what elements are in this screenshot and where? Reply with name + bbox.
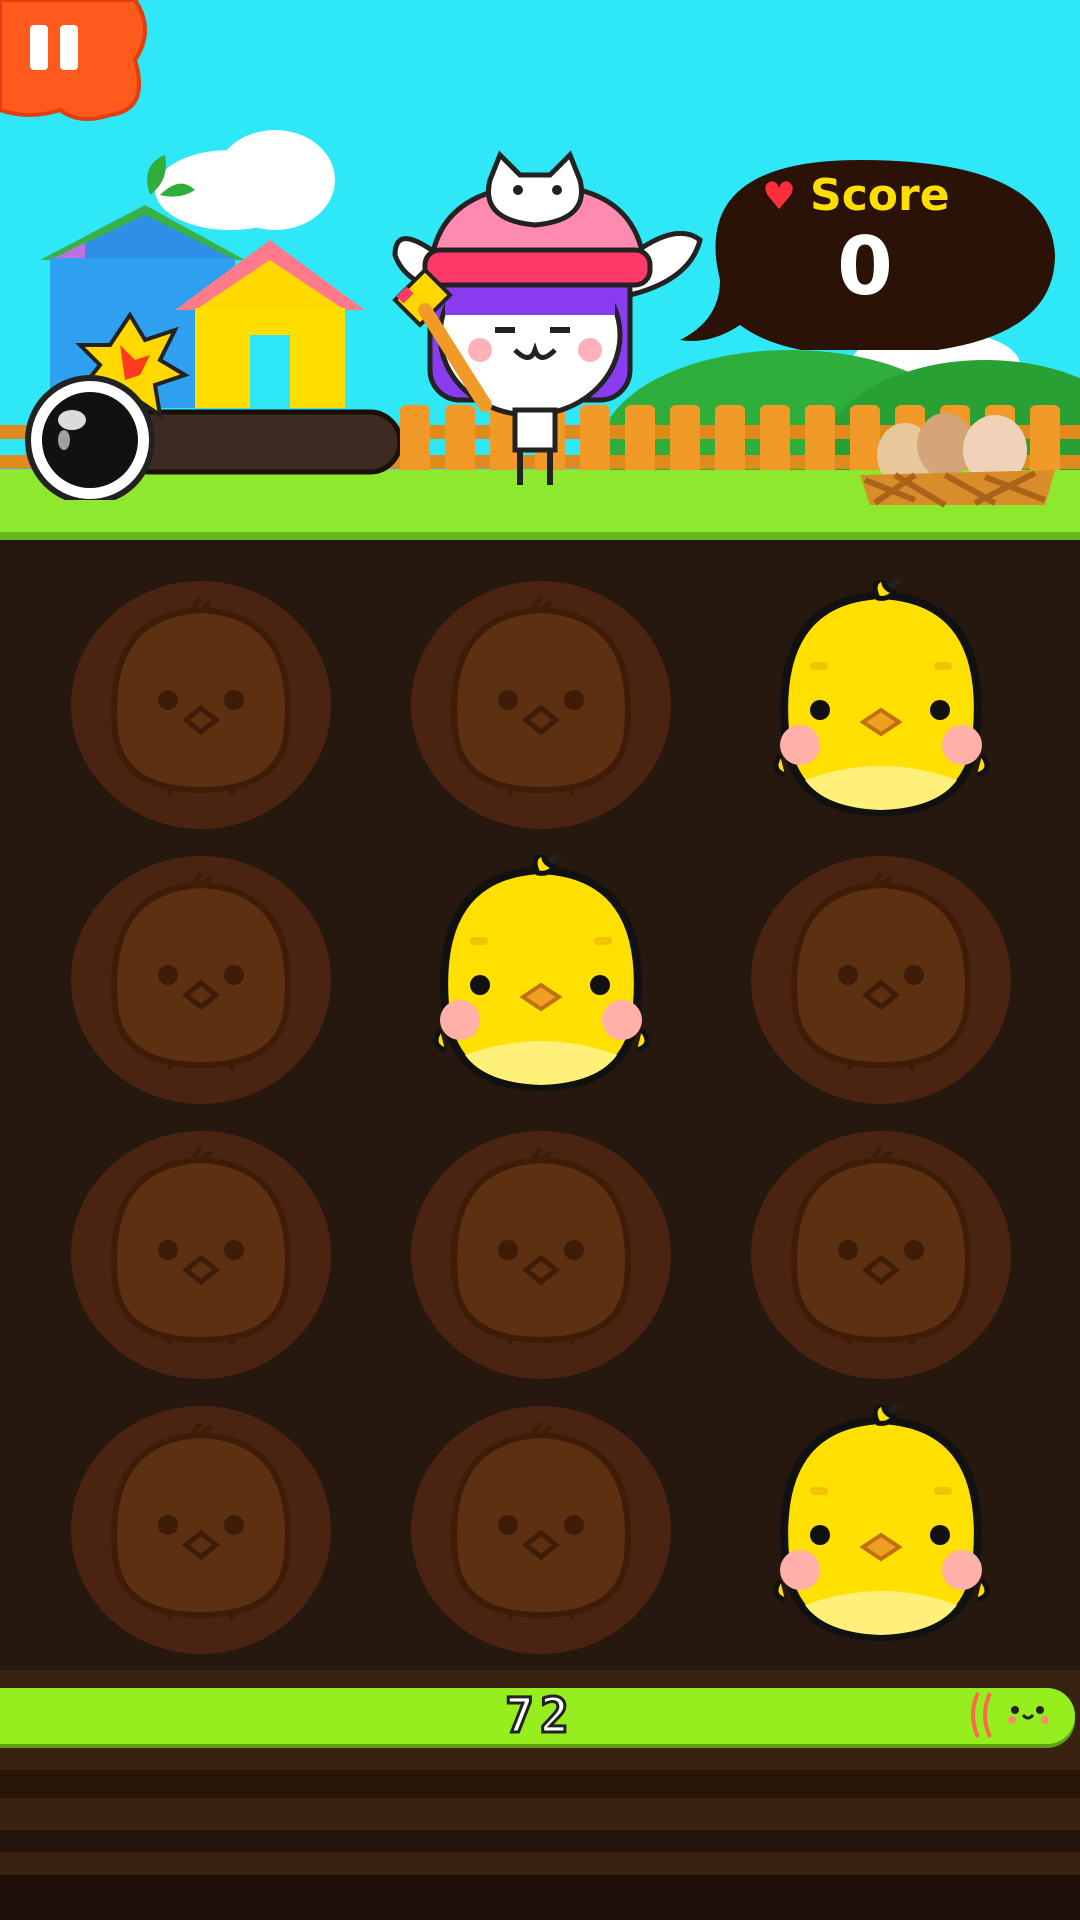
score-label: Score [810, 170, 950, 221]
empty-hole[interactable] [410, 580, 672, 830]
chick-in-hole[interactable] [750, 1395, 1012, 1655]
empty-hole[interactable] [750, 1130, 1012, 1380]
chick-icon [750, 1395, 1012, 1659]
empty-hole[interactable] [410, 1130, 672, 1380]
empty-hole[interactable] [70, 580, 332, 830]
score-value: 0 [837, 220, 893, 313]
timer-value: 72 [504, 1687, 575, 1746]
bomb-icon [25, 311, 190, 500]
pause-icon [0, 0, 147, 121]
chick-icon [750, 570, 1012, 834]
chick-in-hole[interactable] [750, 570, 1012, 830]
empty-hole[interactable] [70, 1130, 332, 1380]
score-panel: ♥ Score 0 [670, 150, 1060, 350]
chick-icon [410, 845, 672, 1109]
pause-button[interactable] [0, 0, 150, 125]
cat-character-icon [392, 150, 703, 485]
empty-hole[interactable] [750, 855, 1012, 1105]
empty-hole[interactable] [70, 855, 332, 1105]
chick-in-hole[interactable] [410, 845, 672, 1105]
heart-icon: ♥ [762, 174, 797, 218]
egg-nest-icon [860, 413, 1055, 508]
timer-end-icon [971, 1692, 1049, 1738]
game-board [0, 540, 1080, 1670]
bomb-gauge [20, 300, 403, 500]
empty-hole[interactable] [70, 1405, 332, 1655]
empty-hole[interactable] [410, 1405, 672, 1655]
